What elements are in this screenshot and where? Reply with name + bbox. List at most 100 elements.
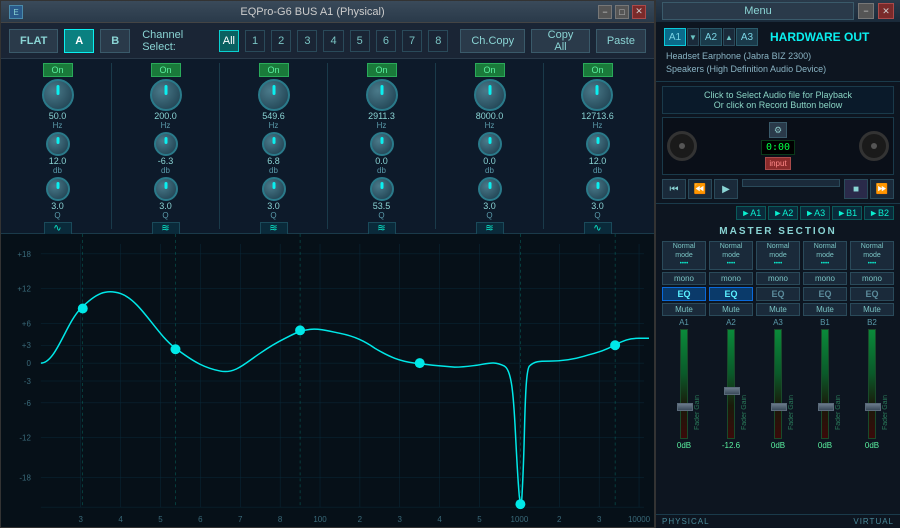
routing-a2-button[interactable]: ►A2 [768,206,798,220]
strip-mono-button-a2[interactable]: mono [709,272,753,285]
strip-fader-handle-a1[interactable] [677,403,693,411]
strip-mute-button-a3[interactable]: Mute [756,303,800,316]
strip-fader-track-a1[interactable]: Fader Gain [680,329,688,439]
hw-nav-up-arrow[interactable]: ▲ [723,28,735,46]
tape-stop-button[interactable]: ■ [844,179,868,199]
hw-channel-a1-button[interactable]: A1 [664,28,686,46]
routing-a3-button[interactable]: ►A3 [800,206,830,220]
tape-play-button[interactable]: ▶ [714,179,738,199]
strip-eq-button-a1[interactable]: EQ [662,287,706,301]
channel-7-button[interactable]: 7 [402,30,422,52]
strip-mono-button-a1[interactable]: mono [662,272,706,285]
band-5-gain-knob[interactable] [478,132,502,156]
preset-b-button[interactable]: B [100,29,130,53]
band-5-freq-knob[interactable] [474,79,506,111]
strip-mono-button-b1[interactable]: mono [803,272,847,285]
band-4-dot[interactable] [415,358,425,368]
band-2-freq-value: 200.0 [154,111,177,121]
tape-back-button[interactable]: ⏪ [688,179,712,199]
channel-8-button[interactable]: 8 [428,30,448,52]
band-2-gain-knob[interactable] [154,132,178,156]
titlebar-controls: − □ ✕ [598,5,646,19]
hw-channel-a3-button[interactable]: A3 [736,28,758,46]
band-3-on-button[interactable]: On [259,63,289,77]
band-6-freq-knob[interactable] [581,79,613,111]
strip-mono-button-a3[interactable]: mono [756,272,800,285]
tape-gear-button[interactable]: ⚙ [769,122,787,138]
menu-button[interactable]: Menu [662,2,854,20]
strip-fader-handle-a3[interactable] [771,403,787,411]
band-5-on-button[interactable]: On [475,63,505,77]
minimize-button[interactable]: − [598,5,612,19]
close-button[interactable]: ✕ [632,5,646,19]
right-minimize-button[interactable]: − [858,3,874,19]
strip-mode-button-a3[interactable]: Normalmode•••• [756,241,800,270]
band-3-q-knob[interactable] [262,177,286,201]
band-4-on-button[interactable]: On [367,63,397,77]
strip-fader-handle-b1[interactable] [818,403,834,411]
band-4-q-knob[interactable] [370,177,394,201]
band-1-q-knob[interactable] [46,177,70,201]
channel-5-button[interactable]: 5 [350,30,370,52]
eq-graph[interactable]: +18 +12 +6 +3 0 -3 -6 -12 -18 [1,234,654,527]
copy-all-button[interactable]: Copy All [531,29,590,53]
strip-fader-handle-b2[interactable] [865,403,881,411]
strip-mono-button-b2[interactable]: mono [850,272,894,285]
channel-all-button[interactable]: All [219,30,239,52]
strip-mode-button-b2[interactable]: Normalmode•••• [850,241,894,270]
band-4-gain-knob[interactable] [370,132,394,156]
strip-eq-button-a2[interactable]: EQ [709,287,753,301]
tape-forward-button[interactable]: ⏩ [870,179,894,199]
band-3-freq-knob-container: 549.6 Hz [258,79,290,130]
maximize-button[interactable]: □ [615,5,629,19]
band-2-on-button[interactable]: On [151,63,181,77]
channel-3-button[interactable]: 3 [297,30,317,52]
strip-fader-handle-a2[interactable] [724,387,740,395]
strip-fader-track-a3[interactable]: Fader Gain [774,329,782,439]
ch-copy-button[interactable]: Ch.Copy [460,29,525,53]
strip-fader-track-b1[interactable]: Fader Gain [821,329,829,439]
band-6-q-knob[interactable] [586,177,610,201]
strip-mute-button-b1[interactable]: Mute [803,303,847,316]
band-1-freq-knob[interactable] [42,79,74,111]
channel-4-button[interactable]: 4 [323,30,343,52]
strip-eq-button-a3[interactable]: EQ [756,287,800,301]
band-2-freq-knob[interactable] [150,79,182,111]
strip-mode-button-a1[interactable]: Normalmode•••• [662,241,706,270]
routing-a1-button[interactable]: ►A1 [736,206,766,220]
band-1-on-button[interactable]: On [43,63,73,77]
band-3-gain-knob[interactable] [262,132,286,156]
band-2-q-knob[interactable] [154,177,178,201]
band-4-freq-knob[interactable] [366,79,398,111]
band-3-freq-knob[interactable] [258,79,290,111]
right-close-button[interactable]: ✕ [878,3,894,19]
strip-eq-button-b2[interactable]: EQ [850,287,894,301]
routing-b1-button[interactable]: ►B1 [832,206,862,220]
band-5-q-knob[interactable] [478,177,502,201]
svg-text:-6: -6 [24,399,32,408]
routing-b2-button[interactable]: ►B2 [864,206,894,220]
channel-2-button[interactable]: 2 [271,30,291,52]
strip-eq-button-b1[interactable]: EQ [803,287,847,301]
hw-nav-down-arrow[interactable]: ▼ [687,28,699,46]
hw-channel-a2-button[interactable]: A2 [700,28,722,46]
strip-fader-track-b2[interactable]: Fader Gain [868,329,876,439]
tape-click-text[interactable]: Click to Select Audio file for Playback … [662,86,894,114]
flat-button[interactable]: FLAT [9,29,58,53]
band-6-on-button[interactable]: On [583,63,613,77]
channel-1-button[interactable]: 1 [245,30,265,52]
strip-mode-button-a2[interactable]: Normalmode•••• [709,241,753,270]
tape-rewind-button[interactable]: ⏮ [662,179,686,199]
channel-6-button[interactable]: 6 [376,30,396,52]
strip-mode-button-b1[interactable]: Normalmode•••• [803,241,847,270]
strip-fader-track-a2[interactable]: Fader Gain [727,329,735,439]
band-1-gain-knob[interactable] [46,132,70,156]
strip-mute-button-b2[interactable]: Mute [850,303,894,316]
band-1-gain-value: 12.0 [49,156,67,166]
paste-button[interactable]: Paste [596,29,646,53]
preset-a-button[interactable]: A [64,29,94,53]
strip-gain-label-b1: Fader Gain [835,340,842,430]
band-6-gain-knob[interactable] [586,132,610,156]
strip-mute-button-a1[interactable]: Mute [662,303,706,316]
strip-mute-button-a2[interactable]: Mute [709,303,753,316]
